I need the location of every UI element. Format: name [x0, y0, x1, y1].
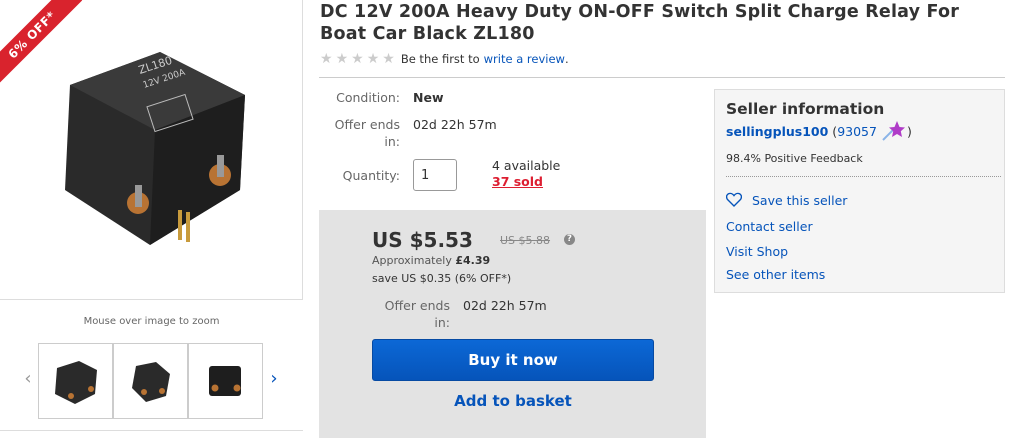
save-seller-link[interactable]: Save this seller — [752, 193, 847, 208]
zoom-hint: Mouse over image to zoom — [83, 316, 220, 327]
divider — [319, 77, 1005, 78]
original-price: US $5.88 — [500, 234, 551, 247]
approx-price: Approximately £4.39 — [372, 254, 490, 267]
star-icon: ★ — [366, 51, 380, 67]
current-price: US $5.53 — [372, 228, 473, 252]
thumbnail-2[interactable] — [113, 343, 188, 419]
panel-offer-label-1: Offer ends — [384, 298, 450, 313]
savings-text: save US $0.35 (6% OFF*) — [372, 272, 512, 285]
star-icon: ★ — [335, 51, 349, 67]
chevron-left-icon[interactable]: ‹ — [20, 369, 36, 389]
seller-info-panel: Seller information sellingplus100 (93057… — [714, 89, 1005, 293]
offer-ends-label-2: in: — [384, 134, 400, 149]
shooting-star-icon — [882, 121, 905, 141]
panel-offer-value: 02d 22h 57m — [463, 298, 547, 313]
relay-image: ZL180 12V 200A — [65, 52, 245, 245]
relay-thumbnail-icon — [132, 362, 170, 402]
offer-ends-value: 02d 22h 57m — [413, 117, 497, 132]
thumbnail-1[interactable] — [38, 343, 113, 419]
visit-shop-link[interactable]: Visit Shop — [726, 244, 788, 259]
approx-prefix: Approximately — [372, 254, 452, 267]
score-close: ) — [906, 123, 912, 139]
info-icon[interactable]: ? — [564, 234, 575, 245]
add-to-basket-button[interactable]: Add to basket — [372, 392, 654, 412]
seller-name-link[interactable]: sellingplus100 — [726, 124, 828, 139]
panel-offer-label-2: in: — [434, 315, 450, 330]
main-product-image[interactable]: ZL180 12V 200A 6% OFF* — [0, 0, 303, 300]
star-icon: ★ — [320, 51, 333, 67]
write-review-link[interactable]: write a review — [484, 52, 565, 66]
quantity-label: Quantity: — [342, 168, 400, 183]
star-icon: ★ — [382, 51, 395, 67]
seller-score: (93057 — [832, 124, 877, 139]
quantity-input[interactable] — [413, 159, 457, 191]
page-title: DC 12V 200A Heavy Duty ON-OFF Switch Spl… — [320, 2, 960, 44]
condition-label: Condition: — [336, 90, 400, 105]
heart-icon[interactable] — [726, 192, 742, 207]
star-rating: ★ ★ ★ ★ ★ — [320, 52, 395, 66]
feedback-score-link[interactable]: 93057 — [837, 124, 877, 139]
condition-value: New — [413, 90, 444, 105]
offer-ends-label-1: Offer ends — [334, 117, 400, 132]
contact-seller-link[interactable]: Contact seller — [726, 219, 813, 234]
available-count: 4 available — [492, 158, 561, 173]
buy-it-now-button[interactable]: Buy it now — [372, 339, 654, 381]
see-other-items-link[interactable]: See other items — [726, 267, 825, 282]
thumbnail-3[interactable] — [188, 343, 263, 419]
seller-name-row: sellingplus100 (93057 ) — [726, 120, 912, 142]
listing-page: ZL180 12V 200A 6% OFF* Mouse over image … — [0, 0, 1009, 438]
divider — [0, 430, 303, 431]
approx-value: £4.39 — [455, 254, 491, 267]
positive-feedback: 98.4% Positive Feedback — [726, 152, 863, 165]
divider — [726, 176, 1001, 177]
review-suffix: . — [564, 52, 569, 66]
star-icon: ★ — [351, 51, 364, 67]
sold-count-link[interactable]: 37 sold — [492, 173, 543, 190]
review-prefix: Be the first to — [400, 52, 480, 66]
relay-thumbnail-icon — [209, 366, 241, 396]
relay-thumbnail-icon — [55, 361, 97, 404]
rating-row: ★ ★ ★ ★ ★ Be the first to write a review… — [320, 51, 569, 67]
seller-info-title: Seller information — [726, 100, 885, 118]
chevron-right-icon[interactable]: › — [266, 369, 282, 389]
thumbnail-strip: ‹ › — [14, 343, 304, 419]
